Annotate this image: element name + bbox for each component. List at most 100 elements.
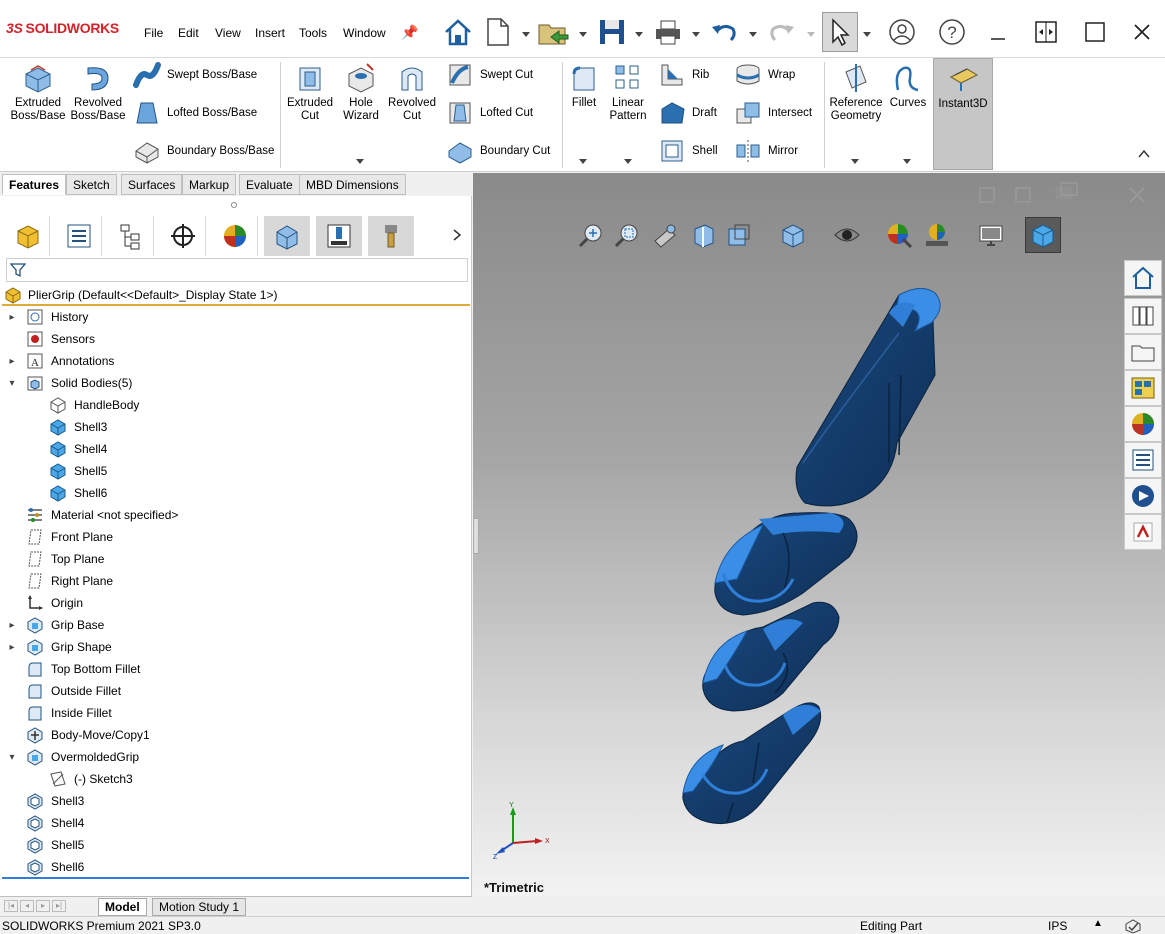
hide-show-items-icon[interactable] — [829, 217, 865, 253]
tree-item[interactable]: HandleBody — [0, 394, 470, 416]
chevron-down-icon[interactable] — [624, 154, 632, 164]
view-palette-icon[interactable] — [1124, 370, 1162, 406]
chevron-right-icon[interactable] — [452, 228, 462, 245]
tree-item[interactable]: ▸ A Annotations — [0, 350, 470, 372]
chevron-down-icon[interactable] — [578, 28, 588, 38]
property-manager-icon[interactable] — [56, 216, 102, 256]
scroll-last-icon[interactable]: ▸| — [52, 900, 66, 912]
tree-item[interactable]: Shell6 — [0, 482, 470, 504]
panel-splitter-handle[interactable] — [231, 202, 237, 208]
dimxpert-icon[interactable] — [160, 216, 206, 256]
panel-collapse-handle[interactable] — [473, 518, 479, 554]
collapse-arrow-icon[interactable]: ▾ — [8, 752, 16, 763]
menu-insert[interactable]: Insert — [255, 26, 285, 40]
draft-button[interactable]: Draft — [658, 98, 717, 128]
scroll-right-icon[interactable]: ▸ — [36, 900, 50, 912]
rib-button[interactable]: Rib — [658, 60, 709, 90]
minimize-icon[interactable] — [980, 14, 1016, 50]
chevron-down-icon[interactable] — [634, 28, 644, 38]
viewport-tile-icon[interactable] — [1013, 185, 1033, 205]
chevron-down-icon[interactable] — [521, 28, 531, 38]
linear-pattern-button[interactable]: Linear Pattern — [598, 62, 658, 123]
tree-item[interactable]: Shell3 — [0, 790, 470, 812]
tree-item[interactable]: Right Plane — [0, 570, 470, 592]
handle-body[interactable] — [795, 288, 941, 507]
scroll-first-icon[interactable]: |◂ — [4, 900, 18, 912]
tab-motion-study[interactable]: Motion Study 1 — [152, 898, 247, 916]
cam-tool-tree-icon[interactable] — [368, 216, 414, 256]
mirror-button[interactable]: Mirror — [734, 136, 798, 166]
units-selector[interactable]: IPS — [1048, 919, 1067, 933]
menu-edit[interactable]: Edit — [178, 26, 199, 40]
tree-item[interactable]: Top Plane — [0, 548, 470, 570]
tree-item[interactable]: ▾ OvermoldedGrip — [0, 746, 470, 768]
tree-item[interactable]: Front Plane — [0, 526, 470, 548]
chevron-down-icon[interactable] — [862, 28, 872, 38]
revolved-boss-button[interactable]: Revolved Boss/Base — [68, 62, 128, 123]
tree-item[interactable]: Inside Fillet — [0, 702, 470, 724]
tree-item[interactable]: ▸ Grip Base — [0, 614, 470, 636]
design-library-icon[interactable] — [1124, 298, 1162, 334]
dynamic-annotation-icon[interactable] — [721, 217, 757, 253]
restore-panes-icon[interactable] — [1028, 14, 1064, 50]
previous-view-icon[interactable] — [647, 217, 683, 253]
display-manager-icon[interactable] — [212, 216, 258, 256]
tree-filter-input[interactable] — [6, 258, 468, 282]
chevron-down-icon[interactable] — [806, 28, 816, 38]
menu-view[interactable]: View — [215, 26, 241, 40]
tree-item[interactable]: ▸ Grip Shape — [0, 636, 470, 658]
apply-scene-icon[interactable] — [919, 217, 955, 253]
reference-geometry-button[interactable]: Reference Geometry — [826, 62, 886, 123]
chevron-down-icon[interactable] — [903, 154, 911, 164]
chevron-down-icon[interactable] — [356, 154, 364, 164]
tab-surfaces[interactable]: Surfaces — [121, 174, 183, 195]
shell4-body[interactable] — [702, 601, 840, 712]
new-document-icon[interactable] — [480, 14, 516, 50]
help-icon[interactable]: ? — [934, 14, 970, 50]
chevron-down-icon[interactable] — [748, 28, 758, 38]
viewport-maximize-icon[interactable] — [1053, 181, 1081, 201]
print-icon[interactable] — [650, 14, 686, 50]
tab-scroll-arrows[interactable]: |◂ ◂ ▸ ▸| — [4, 900, 66, 912]
view-settings-icon[interactable] — [973, 217, 1009, 253]
appearances-icon[interactable] — [1124, 406, 1162, 442]
maximize-icon[interactable] — [1077, 14, 1113, 50]
tree-item[interactable]: Shell4 — [0, 438, 470, 460]
swept-cut-button[interactable]: Swept Cut — [446, 60, 533, 90]
file-explorer-icon[interactable] — [1124, 334, 1162, 370]
tree-item[interactable]: Shell6 — [0, 856, 470, 878]
menu-tools[interactable]: Tools — [299, 26, 327, 40]
undo-icon[interactable] — [706, 14, 742, 50]
boundary-cut-button[interactable]: Boundary Cut — [446, 136, 550, 166]
tree-item[interactable]: Material <not specified> — [0, 504, 470, 526]
tree-item[interactable]: Shell5 — [0, 834, 470, 856]
viewport-close-icon[interactable] — [1127, 185, 1147, 205]
cam-feature-tree-icon[interactable] — [264, 216, 310, 256]
expand-arrow-icon[interactable]: ▸ — [8, 620, 16, 631]
plm-icon[interactable] — [1124, 514, 1162, 550]
plier-grip-model[interactable] — [663, 283, 983, 853]
revolved-cut-button[interactable]: Revolved Cut — [382, 62, 442, 123]
viewport-restore-icon[interactable] — [977, 185, 997, 205]
zoom-to-fit-icon[interactable] — [573, 217, 609, 253]
tab-evaluate[interactable]: Evaluate — [239, 174, 300, 195]
cam-operation-tree-icon[interactable] — [316, 216, 362, 256]
intersect-button[interactable]: Intersect — [734, 98, 812, 128]
scroll-left-icon[interactable]: ◂ — [20, 900, 34, 912]
chevron-down-icon[interactable] — [851, 154, 859, 164]
feature-manager-icon[interactable] — [4, 216, 50, 256]
menu-window[interactable]: Window — [343, 26, 386, 40]
select-icon[interactable] — [822, 12, 858, 52]
tab-markup[interactable]: Markup — [182, 174, 237, 195]
tree-item[interactable]: Shell5 — [0, 460, 470, 482]
tab-mbd-dimensions[interactable]: MBD Dimensions — [299, 174, 406, 195]
tab-sketch[interactable]: Sketch — [66, 174, 117, 195]
edit-appearance-icon[interactable] — [881, 217, 917, 253]
save-icon[interactable] — [594, 14, 630, 50]
tree-item[interactable]: ▾ Solid Bodies(5) — [0, 372, 470, 394]
chevron-up-icon[interactable]: ▲ — [1093, 918, 1103, 929]
curves-button[interactable]: Curves — [878, 62, 938, 110]
lofted-cut-button[interactable]: Lofted Cut — [446, 98, 533, 128]
chevron-down-icon[interactable] — [691, 28, 701, 38]
view-orientation-icon[interactable] — [775, 217, 811, 253]
